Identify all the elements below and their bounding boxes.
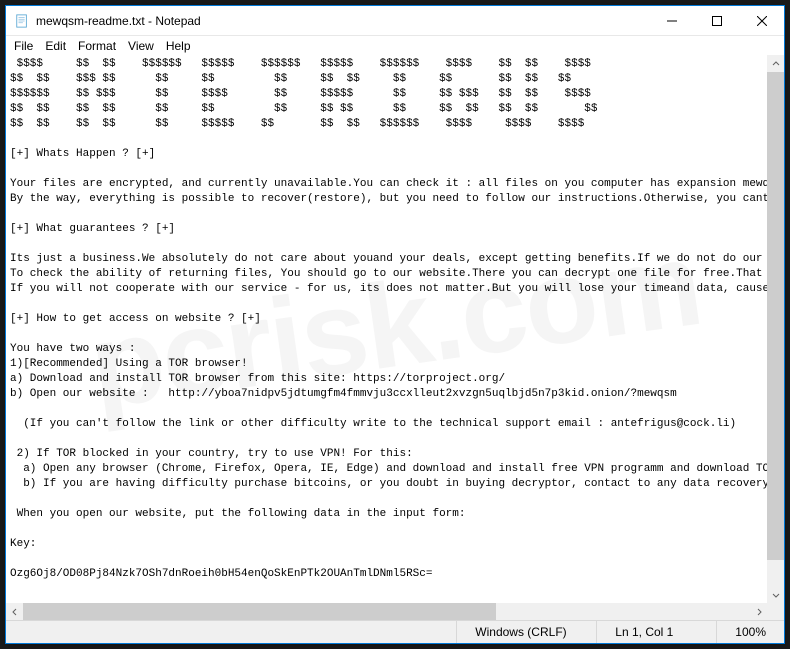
vertical-scrollbar[interactable] [767,55,784,603]
menu-file[interactable]: File [8,38,39,54]
scroll-track-vertical[interactable] [767,72,784,586]
menu-view[interactable]: View [122,38,160,54]
minimize-button[interactable] [649,6,694,35]
scroll-up-button[interactable] [767,55,784,72]
notepad-window: mewqsm-readme.txt - Notepad File Edit Fo… [5,5,785,644]
status-position: Ln 1, Col 1 [596,621,716,643]
chevron-up-icon [772,60,780,68]
close-button[interactable] [739,6,784,35]
menu-format[interactable]: Format [72,38,122,54]
menu-edit[interactable]: Edit [39,38,72,54]
maximize-button[interactable] [694,6,739,35]
text-editor[interactable]: $$$$ $$ $$ $$$$$$ $$$$$ $$$$$$ $$$$$ $$$… [6,55,784,620]
chevron-down-icon [772,591,780,599]
scroll-track-horizontal[interactable] [23,603,750,620]
scroll-thumb-horizontal[interactable] [23,603,496,620]
statusbar: Windows (CRLF) Ln 1, Col 1 100% [6,620,784,643]
notepad-icon [14,13,30,29]
window-controls [649,6,784,35]
menubar: File Edit Format View Help [6,36,784,55]
scroll-left-button[interactable] [6,603,23,620]
horizontal-scrollbar[interactable] [6,603,767,620]
status-zoom: 100% [716,621,784,643]
titlebar: mewqsm-readme.txt - Notepad [6,6,784,36]
scroll-right-button[interactable] [750,603,767,620]
status-encoding: Windows (CRLF) [456,621,596,643]
scroll-corner [767,603,784,620]
chevron-right-icon [755,608,763,616]
minimize-icon [667,16,677,26]
scroll-down-button[interactable] [767,586,784,603]
close-icon [757,16,767,26]
chevron-left-icon [11,608,19,616]
scroll-thumb-vertical[interactable] [767,72,784,560]
menu-help[interactable]: Help [160,38,197,54]
maximize-icon [712,16,722,26]
text-content[interactable]: $$$$ $$ $$ $$$$$$ $$$$$ $$$$$$ $$$$$ $$$… [6,55,767,603]
window-title: mewqsm-readme.txt - Notepad [36,14,649,28]
